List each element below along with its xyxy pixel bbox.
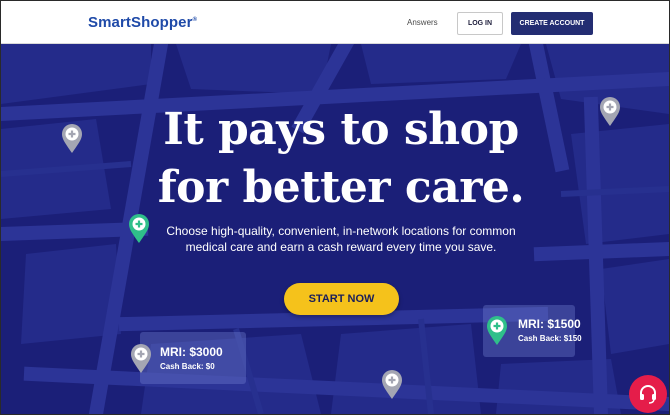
map-pin-icon bbox=[128, 214, 150, 244]
login-button[interactable]: LOG IN bbox=[457, 12, 503, 35]
price-card-cashback: Cash Back: $0 bbox=[160, 362, 215, 371]
help-chat-button[interactable] bbox=[629, 375, 667, 413]
map-pin-icon bbox=[130, 344, 152, 374]
hero-subtitle-line-2: medical care and earn a cash reward ever… bbox=[185, 240, 497, 254]
map-pin-icon bbox=[381, 370, 403, 400]
price-card-title: MRI: $1500 bbox=[518, 317, 581, 331]
hero-headline-line-2: for better care. bbox=[157, 162, 525, 213]
hero-subtitle-line-1: Choose high-quality, convenient, in-netw… bbox=[166, 224, 516, 238]
price-card-title: MRI: $3000 bbox=[160, 345, 223, 359]
start-now-button[interactable]: START NOW bbox=[284, 283, 399, 315]
hero-section: It pays to shop for better care. Choose … bbox=[1, 44, 669, 414]
map-pin-icon bbox=[486, 316, 508, 346]
registered-mark: ® bbox=[192, 17, 198, 23]
answers-link[interactable]: Answers bbox=[407, 18, 438, 27]
top-navigation-bar: SmartShopper® Answers LOG IN CREATE ACCO… bbox=[1, 1, 669, 44]
smartshopper-logo[interactable]: SmartShopper® bbox=[88, 14, 197, 31]
hero-headline-line-1: It pays to shop bbox=[163, 104, 519, 155]
browser-viewport: SmartShopper® Answers LOG IN CREATE ACCO… bbox=[0, 0, 670, 415]
price-card-cashback: Cash Back: $150 bbox=[518, 334, 582, 343]
headset-icon bbox=[640, 385, 656, 404]
price-card-mri-3000: MRI: $3000 Cash Back: $0 bbox=[140, 332, 246, 384]
logo-text: SmartShopper bbox=[88, 14, 193, 31]
create-account-button[interactable]: CREATE ACCOUNT bbox=[511, 12, 593, 35]
map-pin-icon bbox=[599, 97, 621, 127]
map-pin-icon bbox=[61, 124, 83, 154]
